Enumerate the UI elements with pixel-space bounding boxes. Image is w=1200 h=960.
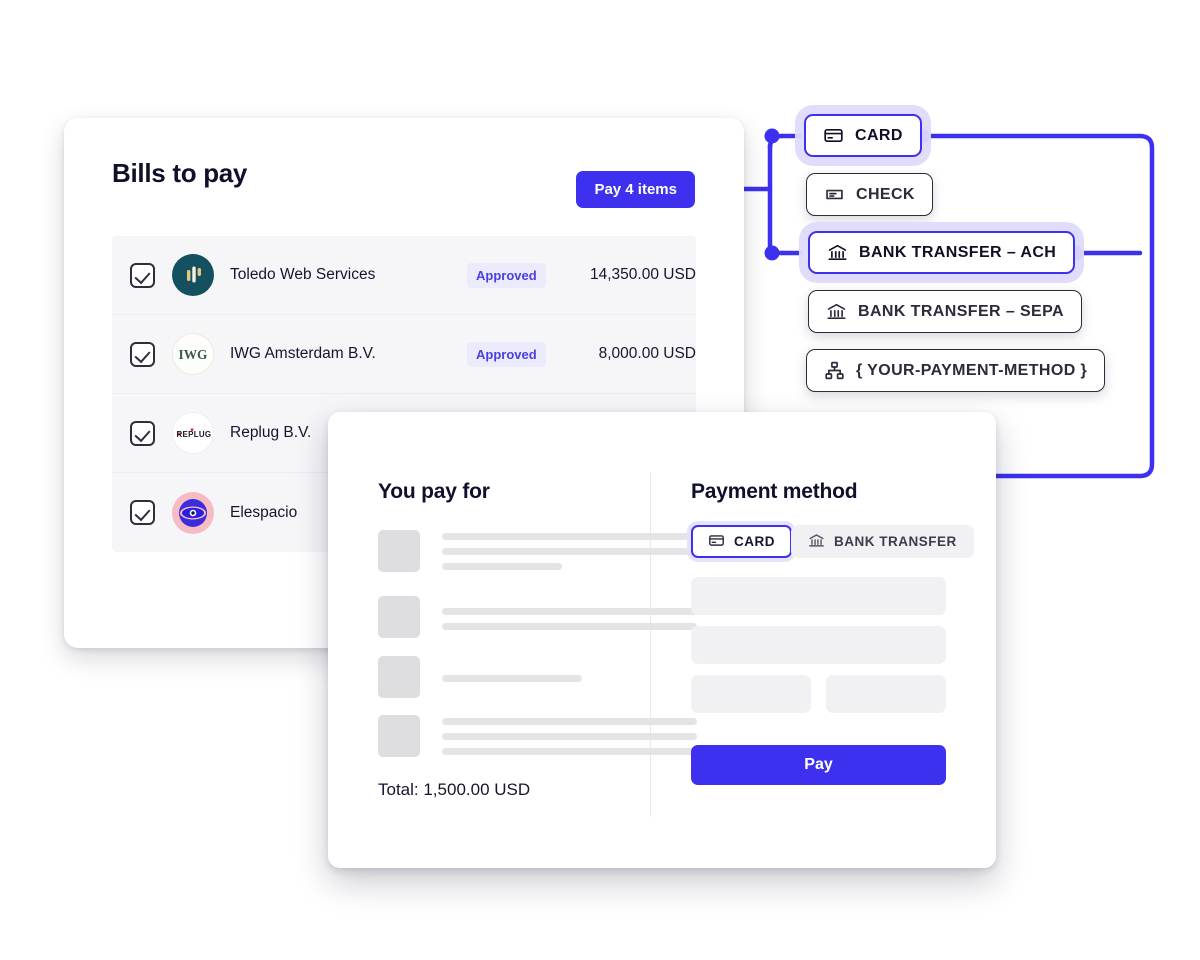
- pay-submit-button[interactable]: Pay: [691, 745, 946, 785]
- page-title: Bills to pay: [112, 158, 248, 188]
- skeleton-line: [442, 733, 697, 740]
- method-chip-custom[interactable]: { YOUR-PAYMENT-METHOD }: [806, 349, 1106, 392]
- bank-icon: [827, 242, 848, 263]
- skeleton-line: [442, 563, 562, 570]
- card-expiry-field[interactable]: [691, 675, 811, 713]
- replug-logo: REPLUG: [172, 412, 214, 454]
- vendor-name: Toledo Web Services: [230, 266, 376, 283]
- skeleton-thumb: [378, 715, 420, 757]
- method-chip-bank-transfer-ach[interactable]: BANK TRANSFER – ACH: [808, 231, 1076, 274]
- method-chip-label: BANK TRANSFER – SEPA: [858, 302, 1064, 320]
- tab-label: BANK TRANSFER: [834, 534, 957, 549]
- skeleton-line: [442, 623, 697, 630]
- method-chip-label: CHECK: [856, 185, 915, 203]
- tab-bank-transfer[interactable]: BANK TRANSFER: [791, 525, 974, 558]
- credit-card-icon: [708, 532, 725, 552]
- method-chip-bank-transfer-sepa[interactable]: BANK TRANSFER – SEPA: [808, 290, 1082, 333]
- skeleton-line: [442, 675, 582, 682]
- check-document-icon: [824, 184, 845, 205]
- method-chip-label: { YOUR-PAYMENT-METHOD }: [856, 361, 1088, 379]
- svg-text:IWG: IWG: [179, 347, 208, 362]
- tab-card[interactable]: CARD: [691, 525, 792, 558]
- row-amount: 14,350.00 USD: [590, 266, 696, 283]
- card-name-field[interactable]: [691, 626, 946, 664]
- vendor-name: Elespacio: [230, 503, 298, 521]
- table-row[interactable]: Toledo Web Services Approved 14,350.00 U…: [112, 236, 696, 315]
- method-chip-card[interactable]: CARD: [804, 114, 922, 157]
- method-chip-check[interactable]: CHECK: [806, 173, 933, 216]
- row-checkbox[interactable]: [130, 262, 155, 288]
- skeleton-line: [442, 548, 697, 555]
- screenshot-root: Bills to pay Pay 4 items Toledo Web Serv…: [0, 0, 1200, 960]
- bills-card-header: Bills to pay Pay 4 items: [64, 118, 744, 234]
- skeleton-thumb: [378, 530, 420, 572]
- list-item: [378, 596, 697, 638]
- skeleton-lines: [442, 530, 697, 572]
- list-item: [378, 656, 582, 698]
- table-row[interactable]: IWG IWG Amsterdam B.V. Approved 8,000.00…: [112, 315, 696, 394]
- skeleton-line: [442, 533, 697, 540]
- skeleton-line: [442, 748, 697, 755]
- row-checkbox[interactable]: [130, 500, 155, 525]
- pay-items-button[interactable]: Pay 4 items: [576, 171, 695, 208]
- you-pay-for-title: You pay for: [378, 480, 490, 503]
- row-checkbox[interactable]: [130, 420, 155, 446]
- payment-method-title: Payment method: [691, 480, 858, 503]
- skeleton-lines: [442, 596, 697, 638]
- elespacio-logo: [172, 491, 214, 534]
- row-checkbox[interactable]: [130, 341, 155, 367]
- method-chip-label: CARD: [855, 126, 903, 144]
- method-chip-label: BANK TRANSFER – ACH: [859, 243, 1057, 261]
- skeleton-lines: [442, 656, 582, 698]
- skeleton-thumb: [378, 656, 420, 698]
- list-item: [378, 530, 697, 572]
- skeleton-lines: [442, 715, 697, 757]
- skeleton-line: [442, 718, 697, 725]
- skeleton-line: [442, 608, 697, 615]
- tab-label: CARD: [734, 534, 775, 549]
- skeleton-thumb: [378, 596, 420, 638]
- svg-text:REPLUG: REPLUG: [176, 430, 211, 439]
- vendor-name: Replug B.V.: [230, 424, 312, 441]
- bank-icon: [826, 301, 847, 322]
- iwg-logo: IWG: [172, 333, 214, 375]
- sitemap-icon: [824, 360, 845, 381]
- toledo-logo: [172, 254, 214, 296]
- vendor-name: IWG Amsterdam B.V.: [230, 345, 376, 362]
- row-amount: 8,000.00 USD: [598, 345, 696, 362]
- modal-column-divider: [650, 472, 651, 817]
- total-amount: Total: 1,500.00 USD: [378, 780, 531, 799]
- card-cvc-field[interactable]: [826, 675, 946, 713]
- credit-card-icon: [823, 125, 844, 146]
- pay-modal: You pay for Payment method Total: 1,500.…: [328, 412, 996, 868]
- card-number-field[interactable]: [691, 577, 946, 615]
- bank-icon: [808, 532, 825, 552]
- list-item: [378, 715, 697, 757]
